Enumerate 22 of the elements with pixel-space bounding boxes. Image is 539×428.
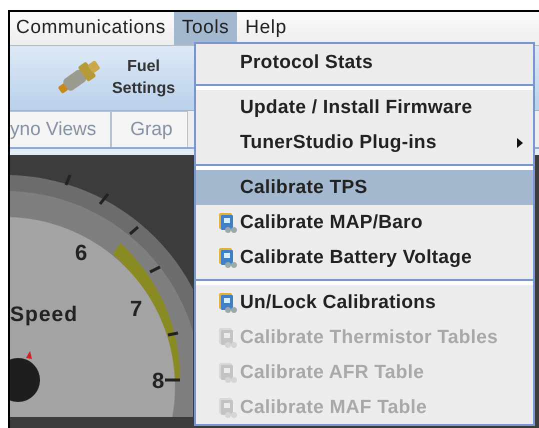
gauge-label: Speed	[10, 303, 78, 326]
gauge-number: 7	[130, 296, 142, 321]
menu-item[interactable]: Un/Lock Calibrations	[196, 285, 533, 320]
calibration-icon	[217, 396, 239, 418]
menu-item[interactable]: Calibrate MAP/Baro	[196, 205, 533, 240]
calibration-icon	[217, 362, 239, 384]
menu-item[interactable]: Protocol Stats	[196, 45, 533, 80]
calibration-icon	[217, 292, 239, 314]
menu-bar-item[interactable]: Tools	[174, 12, 238, 45]
calibration-icon	[217, 246, 239, 268]
calibration-icon	[217, 212, 239, 234]
fuel-settings-button[interactable]: Fuel Settings	[52, 56, 176, 100]
gauge-number: 8	[152, 368, 164, 393]
gauge-number: 6	[75, 240, 88, 265]
menu-item[interactable]: Update / Install Firmware	[196, 90, 533, 125]
calibration-icon	[217, 326, 239, 348]
menu-bar-item[interactable]: Communications	[10, 12, 174, 45]
menu-item[interactable]: Calibrate Battery Voltage	[196, 240, 533, 275]
submenu-arrow-icon	[517, 138, 523, 148]
menu-item[interactable]: Calibrate TPS	[196, 170, 533, 205]
menu-bar-item[interactable]: Help	[237, 12, 295, 45]
menu-item[interactable]: TunerStudio Plug-ins	[196, 125, 533, 160]
